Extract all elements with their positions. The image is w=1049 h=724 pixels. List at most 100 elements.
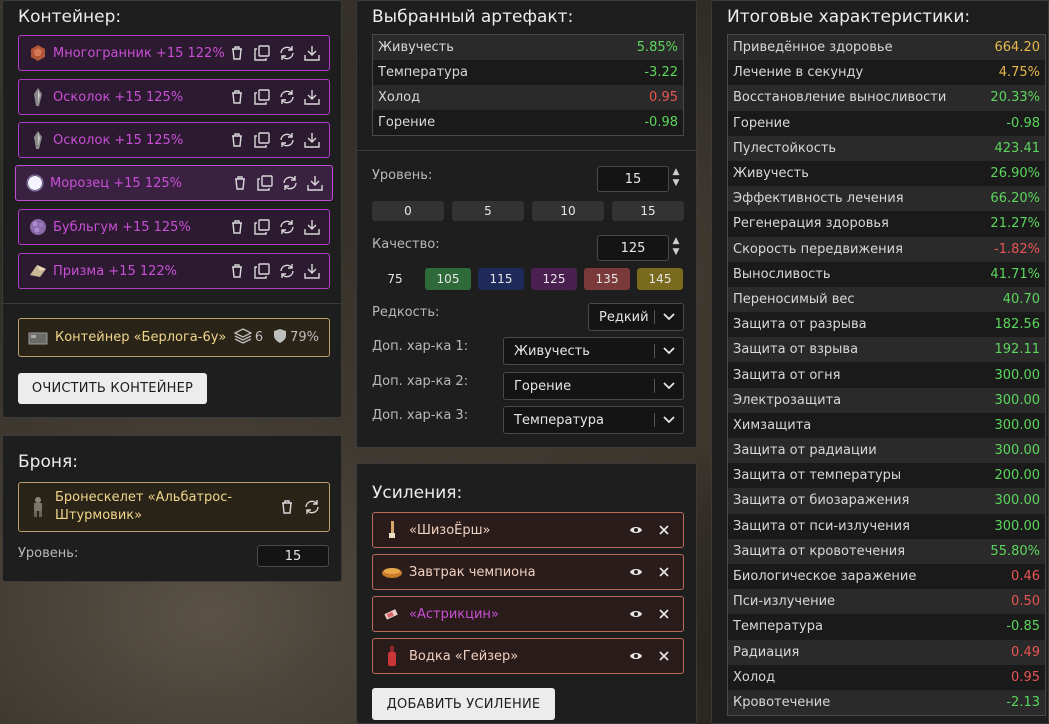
- eye-icon[interactable]: [627, 647, 645, 665]
- trash-icon[interactable]: [278, 498, 296, 516]
- quality-preset-chip[interactable]: 115: [478, 268, 524, 290]
- download-icon[interactable]: [303, 262, 321, 280]
- close-icon[interactable]: [655, 605, 673, 623]
- total-name: Пси-излучение: [733, 594, 836, 610]
- level-input[interactable]: 15: [597, 166, 669, 192]
- trash-icon[interactable]: [228, 131, 246, 149]
- armor-level-input[interactable]: 15: [257, 545, 329, 567]
- extra3-label: Доп. хар-ка 3:: [372, 408, 469, 423]
- copy-icon[interactable]: [253, 131, 271, 149]
- refresh-icon[interactable]: [278, 131, 296, 149]
- stat-row: Живучесть 5.85%: [373, 35, 683, 60]
- close-icon[interactable]: [655, 647, 673, 665]
- rarity-select[interactable]: Редкий: [588, 303, 684, 331]
- copy-icon[interactable]: [256, 174, 274, 192]
- total-value: 0.46: [1011, 569, 1040, 585]
- level-preset-chip[interactable]: 15: [612, 201, 684, 221]
- artifact-row[interactable]: Осколок +15 125%: [18, 79, 330, 115]
- total-row: Выносливость 41.71%: [728, 262, 1045, 287]
- quality-input[interactable]: 125: [597, 235, 669, 261]
- artifact-row[interactable]: Морозец +15 125%: [15, 165, 333, 201]
- total-value: 300.00: [994, 443, 1041, 459]
- select-separator: [654, 310, 655, 324]
- extra3-select[interactable]: Температура: [503, 406, 684, 434]
- download-icon[interactable]: [306, 174, 324, 192]
- quality-label: Качество:: [372, 237, 440, 252]
- boost-row[interactable]: Завтрак чемпиона: [372, 554, 684, 590]
- refresh-icon[interactable]: [281, 174, 299, 192]
- total-row: Восстановление выносливости 20.33%: [728, 85, 1045, 111]
- armor-item[interactable]: Бронескелет «Альбатрос-Штурмовик»: [18, 482, 330, 532]
- trash-icon[interactable]: [228, 218, 246, 236]
- total-value: 300.00: [994, 367, 1041, 383]
- stat-name: Живучесть: [378, 40, 454, 55]
- download-icon[interactable]: [303, 44, 321, 62]
- copy-icon[interactable]: [253, 44, 271, 62]
- artifact-actions: [231, 174, 324, 192]
- copy-icon[interactable]: [253, 262, 271, 280]
- protection-value: 79%: [290, 330, 319, 345]
- quality-spinner[interactable]: ▲ ▼: [671, 236, 681, 258]
- trash-icon[interactable]: [228, 88, 246, 106]
- trash-icon[interactable]: [228, 44, 246, 62]
- download-icon[interactable]: [303, 218, 321, 236]
- close-icon[interactable]: [655, 563, 673, 581]
- level-preset-chip[interactable]: 0: [372, 201, 444, 221]
- refresh-icon[interactable]: [303, 498, 321, 516]
- boost-name: Водка «Гейзер»: [409, 648, 519, 664]
- eye-icon[interactable]: [627, 521, 645, 539]
- artifact-row[interactable]: Многогранник +15 122%: [18, 35, 330, 71]
- quality-preset-chip[interactable]: 75: [372, 268, 418, 290]
- download-icon[interactable]: [303, 88, 321, 106]
- download-icon[interactable]: [303, 131, 321, 149]
- container-slots: 6: [233, 327, 263, 348]
- stat-name: Температура: [378, 65, 468, 80]
- quality-preset-chip[interactable]: 105: [425, 268, 471, 290]
- artifact-row[interactable]: Осколок +15 125%: [18, 122, 330, 158]
- copy-icon[interactable]: [253, 218, 271, 236]
- total-value: -0.98: [1006, 115, 1040, 131]
- quality-preset-chip[interactable]: 145: [637, 268, 683, 290]
- boost-row[interactable]: «ШизоЁрш»: [372, 512, 684, 548]
- stat-value: 0.95: [649, 90, 678, 105]
- container-info[interactable]: Контейнер «Берлога-6у» 6 79%: [18, 318, 330, 357]
- trash-icon[interactable]: [231, 174, 249, 192]
- total-value: 300.00: [994, 518, 1041, 534]
- close-icon[interactable]: [655, 521, 673, 539]
- refresh-icon[interactable]: [278, 44, 296, 62]
- total-row: Температура -0.85: [728, 614, 1045, 639]
- rarity-label: Редкость:: [372, 305, 440, 320]
- total-name: Эффективность лечения: [733, 191, 904, 207]
- total-name: Радиация: [733, 644, 800, 660]
- extra1-select[interactable]: Живучесть: [503, 337, 684, 365]
- stat-name: Горение: [378, 115, 436, 130]
- refresh-icon[interactable]: [278, 88, 296, 106]
- quality-preset-chip[interactable]: 135: [584, 268, 630, 290]
- refresh-icon[interactable]: [278, 218, 296, 236]
- eye-icon[interactable]: [627, 563, 645, 581]
- copy-icon[interactable]: [253, 88, 271, 106]
- boost-actions: [627, 563, 673, 581]
- totals-table: Приведённое здоровье 664.20 Лечение в секу…: [727, 34, 1046, 717]
- chevron-down-icon: [661, 416, 677, 424]
- boost-row[interactable]: Водка «Гейзер»: [372, 638, 684, 674]
- add-boost-button[interactable]: ДОБАВИТЬ УСИЛЕНИЕ: [372, 688, 555, 720]
- level-spinner[interactable]: ▲ ▼: [671, 167, 681, 189]
- artifact-name: Морозец +15 125%: [50, 175, 182, 191]
- boost-row[interactable]: «Астрикцин»: [372, 596, 684, 632]
- total-value: 21.27%: [990, 216, 1040, 232]
- trash-icon[interactable]: [228, 262, 246, 280]
- artifact-row[interactable]: Бубльгум +15 125%: [18, 209, 330, 245]
- clear-container-button[interactable]: ОЧИСТИТЬ КОНТЕЙНЕР: [18, 373, 207, 404]
- extra2-select[interactable]: Горение: [503, 372, 684, 400]
- level-preset-chip[interactable]: 5: [452, 201, 524, 221]
- artifact-name: Осколок +15 125%: [53, 132, 184, 148]
- stat-value: -0.98: [644, 115, 678, 130]
- artifact-row[interactable]: Призма +15 122%: [18, 253, 330, 289]
- total-row: Пулестойкость 423.41: [728, 135, 1045, 161]
- level-preset-chip[interactable]: 10: [532, 201, 604, 221]
- eye-icon[interactable]: [627, 605, 645, 623]
- quality-preset-chip[interactable]: 125: [531, 268, 577, 290]
- refresh-icon[interactable]: [278, 262, 296, 280]
- total-value: 41.71%: [990, 266, 1040, 282]
